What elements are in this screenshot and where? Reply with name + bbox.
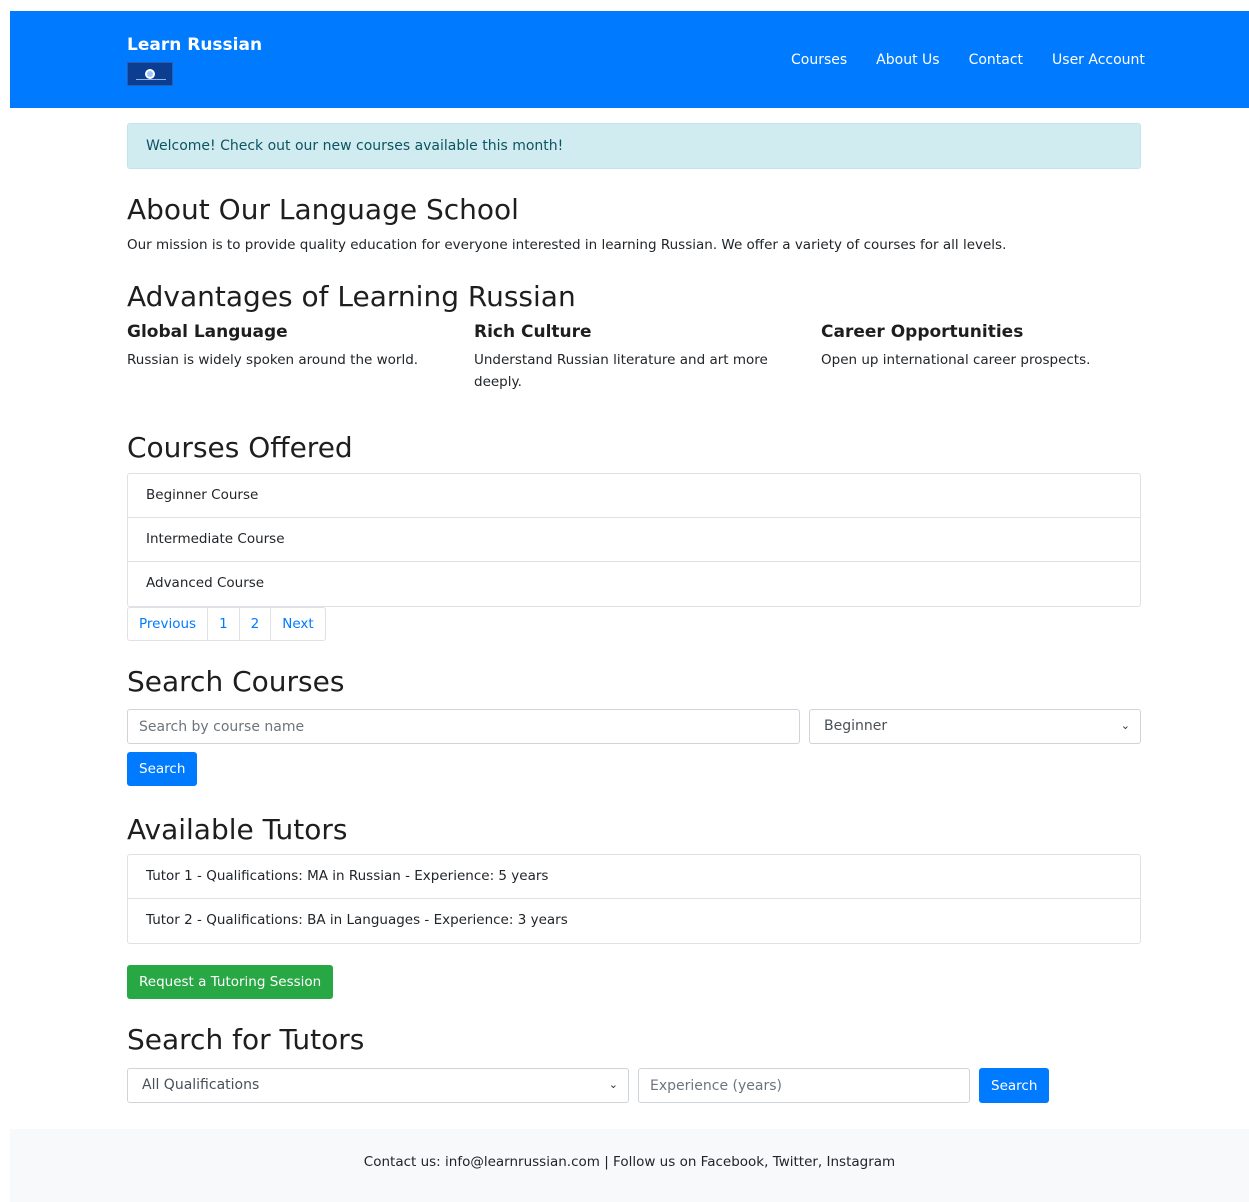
nav-link-contact[interactable]: Contact xyxy=(969,52,1023,68)
qualification-select[interactable]: All Qualifications ⌄ xyxy=(127,1068,629,1103)
brand-name[interactable]: Learn Russian xyxy=(127,35,262,55)
nav-link-user-account[interactable]: User Account xyxy=(1052,52,1145,68)
footer: Contact us: info@learnrussian.com | Foll… xyxy=(10,1129,1249,1202)
advantage-text-rich-culture: Understand Russian literature and art mo… xyxy=(474,352,768,390)
chevron-down-icon: ⌄ xyxy=(608,1078,618,1091)
course-item-advanced[interactable]: Advanced Course xyxy=(128,562,1140,606)
courses-list: Beginner Course Intermediate Course Adva… xyxy=(127,473,1141,607)
search-tutors-title: Search for Tutors xyxy=(127,1023,365,1056)
advantage-title-career-opportunities: Career Opportunities xyxy=(821,322,1024,342)
course-item-intermediate[interactable]: Intermediate Course xyxy=(128,518,1140,562)
course-search-input[interactable] xyxy=(127,709,800,744)
courses-pagination: Previous 1 2 Next xyxy=(127,607,326,641)
pagination-previous[interactable]: Previous xyxy=(128,608,209,640)
nav-link-courses[interactable]: Courses xyxy=(791,52,847,68)
advantage-text-global-language: Russian is widely spoken around the worl… xyxy=(127,352,419,368)
logo-mark-icon xyxy=(145,69,155,79)
advantage-title-rich-culture: Rich Culture xyxy=(474,322,592,342)
logo-image[interactable] xyxy=(127,62,173,86)
course-item-beginner[interactable]: Beginner Course xyxy=(128,474,1140,518)
footer-text: Contact us: info@learnrussian.com | Foll… xyxy=(363,1154,896,1170)
chevron-down-icon: ⌄ xyxy=(1120,719,1130,732)
about-title: About Our Language School xyxy=(127,193,519,226)
nav-menu: Courses About Us Contact User Account xyxy=(791,52,1174,68)
pagination-page-1[interactable]: 1 xyxy=(208,608,240,640)
welcome-alert: Welcome! Check out our new courses avail… xyxy=(127,123,1141,169)
advantage-title-global-language: Global Language xyxy=(127,322,288,342)
course-level-select[interactable]: Beginner ⌄ xyxy=(809,709,1141,744)
advantage-text-career-opportunities: Open up international career prospects. xyxy=(821,352,1091,368)
tutor-item-1[interactable]: Tutor 1 - Qualifications: MA in Russian … xyxy=(128,855,1140,899)
qualification-selected: All Qualifications xyxy=(142,1077,260,1093)
search-courses-title: Search Courses xyxy=(127,665,345,698)
tutor-search-button[interactable]: Search xyxy=(979,1068,1050,1103)
tutors-title: Available Tutors xyxy=(127,813,348,846)
nav-link-about-us[interactable]: About Us xyxy=(876,52,939,68)
tutor-item-2[interactable]: Tutor 2 - Qualifications: BA in Language… xyxy=(128,899,1140,943)
tutors-list: Tutor 1 - Qualifications: MA in Russian … xyxy=(127,854,1141,944)
advantages-title: Advantages of Learning Russian xyxy=(127,280,576,313)
courses-title: Courses Offered xyxy=(127,431,353,464)
request-tutoring-button[interactable]: Request a Tutoring Session xyxy=(127,965,334,999)
course-search-button[interactable]: Search xyxy=(127,752,198,786)
pagination-page-2[interactable]: 2 xyxy=(240,608,272,640)
course-level-selected: Beginner xyxy=(824,718,888,734)
navbar: Learn Russian Courses About Us Contact U… xyxy=(10,11,1249,108)
pagination-next[interactable]: Next xyxy=(271,608,324,640)
about-text: Our mission is to provide quality educat… xyxy=(127,237,1007,253)
experience-input[interactable] xyxy=(638,1068,970,1103)
